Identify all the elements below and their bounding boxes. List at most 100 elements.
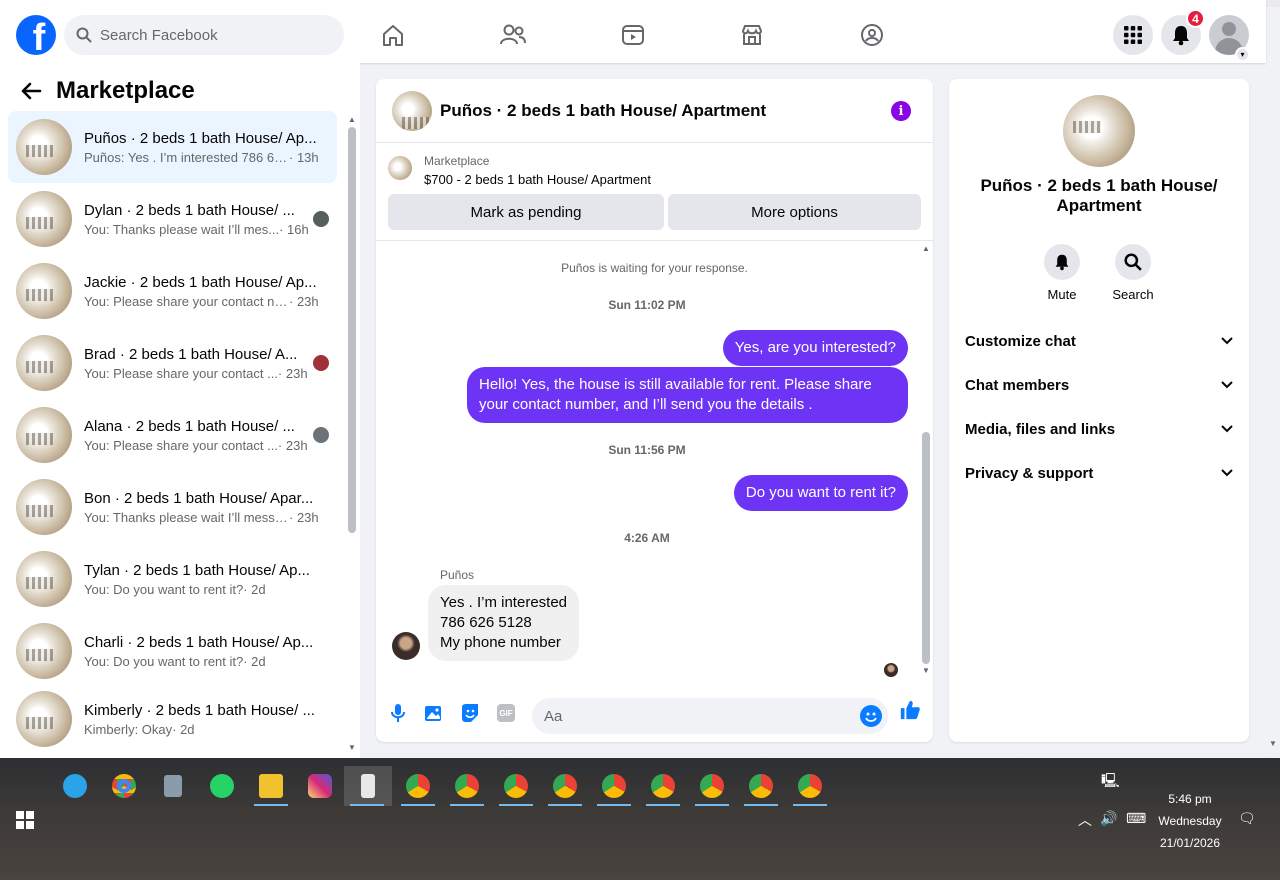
app-icon[interactable] bbox=[640, 766, 686, 806]
conversation-title: Charli · 2 beds 1 bath House/ Ap... bbox=[84, 633, 314, 651]
back-arrow-icon[interactable] bbox=[20, 81, 42, 101]
conversation-time: · 23h bbox=[289, 293, 319, 309]
chat-header: Puños · 2 beds 1 bath House/ Apartment i bbox=[376, 79, 933, 143]
app-icon[interactable] bbox=[738, 766, 784, 806]
conversation-time: · 2d bbox=[243, 653, 266, 669]
app-icon[interactable] bbox=[395, 766, 441, 806]
app-icon[interactable] bbox=[52, 766, 98, 806]
outgoing-message[interactable]: Do you want to rent it? bbox=[733, 475, 908, 511]
app-icon[interactable] bbox=[297, 766, 343, 806]
emoji-icon[interactable] bbox=[860, 705, 882, 727]
conversation-item[interactable]: Brad · 2 beds 1 bath House/ A... You: Pl… bbox=[8, 327, 337, 399]
listing-price-title[interactable]: $700 - 2 beds 1 bath House/ Apartment bbox=[424, 172, 651, 187]
outgoing-message[interactable]: Yes, are you interested? bbox=[722, 330, 908, 366]
conversation-item[interactable]: Bon · 2 beds 1 bath House/ Apar... You: … bbox=[8, 471, 337, 543]
snipping-tool-icon bbox=[361, 774, 375, 798]
sender-avatar[interactable] bbox=[392, 632, 420, 660]
app-icon[interactable] bbox=[787, 766, 833, 806]
thumbs-up-icon[interactable] bbox=[899, 699, 921, 721]
conversation-item[interactable]: Alana · 2 beds 1 bath House/ ... You: Pl… bbox=[8, 399, 337, 471]
scroll-up-arrow-icon[interactable]: ▲ bbox=[348, 115, 356, 124]
conversation-item[interactable]: Jackie · 2 beds 1 bath House/ Ap... You:… bbox=[8, 255, 337, 327]
marketplace-icon[interactable] bbox=[733, 17, 771, 53]
scroll-down-arrow-icon[interactable]: ▼ bbox=[1269, 739, 1277, 748]
volume-icon[interactable]: 🔊 bbox=[1100, 810, 1117, 827]
conversation-item[interactable]: Charli · 2 beds 1 bath House/ Ap... You:… bbox=[8, 615, 337, 687]
incoming-line: Yes . I’m interested bbox=[440, 594, 568, 611]
conversation-item[interactable]: Dylan · 2 beds 1 bath House/ ... You: Th… bbox=[8, 183, 337, 255]
details-listing-photo[interactable] bbox=[1063, 95, 1135, 167]
app-icon[interactable] bbox=[150, 766, 196, 806]
conversation-time: · 2d bbox=[172, 721, 195, 737]
grid-icon bbox=[1124, 26, 1142, 44]
chevron-down-icon bbox=[1221, 381, 1233, 389]
info-icon[interactable]: i bbox=[891, 101, 911, 121]
system-clock[interactable]: 5:46 pm Wednesday 21/01/2026 bbox=[1150, 788, 1230, 854]
listing-thumbnail bbox=[16, 263, 72, 319]
conversation-preview: Kimberly: Okay bbox=[84, 721, 173, 737]
watch-icon[interactable] bbox=[614, 17, 652, 53]
download-app-icon bbox=[63, 774, 87, 798]
windows-start-icon[interactable] bbox=[16, 811, 34, 829]
facebook-logo[interactable]: f bbox=[16, 15, 56, 55]
home-icon[interactable] bbox=[374, 17, 412, 53]
outgoing-message[interactable]: Hello! Yes, the house is still available… bbox=[467, 367, 908, 423]
chat-listing-thumbnail[interactable] bbox=[392, 90, 432, 131]
conversation-preview: You: Do you want to rent it? bbox=[84, 581, 244, 597]
app-icon[interactable] bbox=[542, 766, 588, 806]
search-bar[interactable] bbox=[64, 15, 344, 55]
mute-action[interactable]: Mute bbox=[1032, 244, 1092, 302]
app-icon[interactable] bbox=[199, 766, 245, 806]
incoming-message[interactable]: Yes . I’m interested 786 626 5128 My pho… bbox=[428, 585, 580, 661]
notification-center-icon[interactable]: 🗨 bbox=[1238, 810, 1256, 827]
listing-thumbnail bbox=[16, 335, 72, 391]
app-icon[interactable] bbox=[344, 766, 392, 806]
seen-avatar bbox=[313, 427, 329, 443]
gif-icon[interactable]: GIF bbox=[495, 702, 517, 724]
page-scrollbar[interactable]: ▼ bbox=[1266, 63, 1280, 758]
mark-as-pending-button[interactable]: Mark as pending bbox=[388, 194, 664, 230]
scroll-up-arrow-icon[interactable]: ▲ bbox=[922, 244, 930, 253]
network-icon[interactable]: 🖳 bbox=[1101, 770, 1120, 794]
row-label: Privacy & support bbox=[965, 464, 1094, 482]
chat-members-row[interactable]: Chat members bbox=[965, 365, 1233, 405]
conversation-item[interactable]: Puños · 2 beds 1 bath House/ Ap... Puños… bbox=[8, 111, 337, 183]
customize-chat-row[interactable]: Customize chat bbox=[965, 321, 1233, 361]
scrollbar-thumb[interactable] bbox=[922, 432, 930, 664]
app-icon[interactable] bbox=[689, 766, 735, 806]
conversation-title: Tylan · 2 beds 1 bath House/ Ap... bbox=[84, 561, 310, 579]
chat-title[interactable]: Puños · 2 beds 1 bath House/ Apartment bbox=[440, 101, 766, 121]
conversation-item[interactable]: Tylan · 2 beds 1 bath House/ Ap... You: … bbox=[8, 543, 337, 615]
groups-icon[interactable] bbox=[853, 17, 891, 53]
app-icon[interactable] bbox=[248, 766, 294, 806]
keyboard-icon[interactable]: ⌨ bbox=[1126, 810, 1146, 827]
friends-icon[interactable] bbox=[494, 17, 532, 53]
photo-icon[interactable] bbox=[423, 702, 445, 724]
instagram-icon bbox=[308, 774, 332, 798]
microphone-icon[interactable] bbox=[387, 702, 409, 724]
scroll-down-arrow-icon[interactable]: ▼ bbox=[922, 666, 930, 675]
scroll-down-arrow-icon[interactable]: ▼ bbox=[348, 743, 356, 752]
file-explorer-icon bbox=[259, 774, 283, 798]
app-icon[interactable] bbox=[591, 766, 637, 806]
listing-thumbnail bbox=[16, 191, 72, 247]
conversation-list-scrollbar[interactable]: ▲ ▼ bbox=[346, 115, 358, 755]
conversation-item[interactable]: Kimberly · 2 beds 1 bath House/ ... Kimb… bbox=[8, 683, 337, 755]
search-input[interactable] bbox=[100, 26, 320, 44]
message-input[interactable] bbox=[544, 707, 844, 725]
scrollbar-thumb[interactable] bbox=[348, 127, 356, 533]
notifications-button[interactable]: 4 bbox=[1161, 9, 1205, 55]
app-icon[interactable] bbox=[493, 766, 539, 806]
app-icon[interactable] bbox=[101, 766, 147, 806]
app-icon[interactable] bbox=[444, 766, 490, 806]
search-action[interactable]: Search bbox=[1103, 244, 1163, 302]
chevron-up-icon[interactable]: ︿ bbox=[1078, 810, 1092, 830]
privacy-support-row[interactable]: Privacy & support bbox=[965, 453, 1233, 493]
more-options-button[interactable]: More options bbox=[668, 194, 921, 230]
menu-grid-button[interactable] bbox=[1113, 15, 1153, 55]
sticker-icon[interactable] bbox=[459, 702, 481, 724]
chevron-down-icon[interactable]: ▾ bbox=[1235, 47, 1250, 62]
message-input-field[interactable] bbox=[532, 698, 888, 734]
chat-scrollbar[interactable]: ▲ ▼ bbox=[920, 244, 932, 676]
media-files-links-row[interactable]: Media, files and links bbox=[965, 409, 1233, 449]
